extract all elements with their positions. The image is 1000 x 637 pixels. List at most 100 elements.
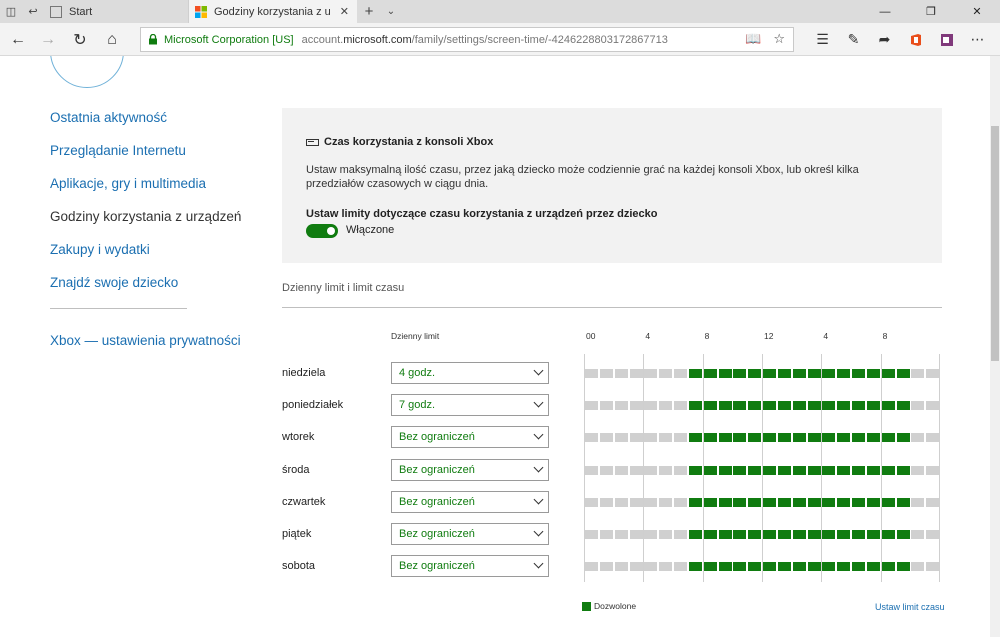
- url-field[interactable]: Microsoft Corporation [US] account.micro…: [140, 27, 794, 52]
- schedule-cell[interactable]: [703, 497, 717, 507]
- sidebar-item-screen-time[interactable]: Godziny korzystania z urządzeń: [50, 207, 250, 240]
- schedule-cell[interactable]: [599, 401, 613, 411]
- schedule-cell[interactable]: [644, 465, 658, 475]
- chevron-down-icon[interactable]: ⌄: [381, 0, 401, 23]
- daily-limit-select[interactable]: Bez ograniczeń: [391, 458, 549, 481]
- schedule-cell[interactable]: [763, 497, 776, 507]
- schedule-cell[interactable]: [792, 497, 806, 507]
- schedule-cell[interactable]: [926, 562, 940, 572]
- schedule-cell[interactable]: [866, 369, 880, 378]
- schedule-cell[interactable]: [763, 530, 776, 539]
- new-tab-icon[interactable]: +: [357, 0, 381, 23]
- schedule-cell[interactable]: [644, 530, 658, 539]
- schedule-cell[interactable]: [792, 433, 806, 443]
- schedule-cell[interactable]: [748, 369, 762, 378]
- schedule-cell[interactable]: [911, 401, 925, 411]
- schedule-cell[interactable]: [599, 369, 613, 378]
- restore-icon[interactable]: ❐: [908, 0, 954, 23]
- schedule-cell[interactable]: [733, 497, 747, 507]
- schedule-cell[interactable]: [688, 465, 702, 475]
- schedule-cell[interactable]: [822, 433, 836, 443]
- schedule-cell[interactable]: [926, 497, 940, 507]
- schedule-cell[interactable]: [807, 369, 821, 378]
- schedule-cell[interactable]: [659, 465, 673, 475]
- schedule-cell[interactable]: [896, 530, 910, 539]
- daily-limit-select[interactable]: Bez ograniczeń: [391, 490, 549, 513]
- more-icon[interactable]: ⋯: [962, 31, 993, 48]
- schedule-cell[interactable]: [733, 530, 747, 539]
- schedule-cell[interactable]: [599, 497, 613, 507]
- schedule-cell[interactable]: [659, 562, 673, 572]
- schedule-cell[interactable]: [777, 369, 791, 378]
- schedule-cell[interactable]: [822, 497, 836, 507]
- schedule-cell[interactable]: [777, 562, 791, 572]
- schedule-cell[interactable]: [718, 530, 732, 539]
- schedule-cell[interactable]: [852, 465, 865, 475]
- schedule-cell[interactable]: [688, 497, 702, 507]
- schedule-cell[interactable]: [866, 530, 880, 539]
- schedule-cell[interactable]: [792, 530, 806, 539]
- schedule-cell[interactable]: [926, 530, 940, 539]
- schedule-cell[interactable]: [644, 369, 658, 378]
- schedule-cell[interactable]: [837, 497, 851, 507]
- schedule-cell[interactable]: [614, 401, 628, 411]
- schedule-cell[interactable]: [866, 562, 880, 572]
- schedule-cell[interactable]: [733, 433, 747, 443]
- schedule-cell[interactable]: [585, 369, 598, 378]
- schedule-cell[interactable]: [926, 465, 940, 475]
- schedule-cell[interactable]: [881, 562, 895, 572]
- schedule-cell[interactable]: [629, 465, 643, 475]
- schedule-cell[interactable]: [674, 497, 687, 507]
- schedule-cell[interactable]: [748, 530, 762, 539]
- schedule-cell[interactable]: [852, 530, 865, 539]
- sidebar-item-find-child[interactable]: Znajdź swoje dziecko: [50, 273, 250, 306]
- favorites-hub-icon[interactable]: ☰: [807, 31, 838, 48]
- schedule-cell[interactable]: [896, 433, 910, 443]
- refresh-icon[interactable]: ↻: [64, 23, 96, 56]
- daily-limit-select[interactable]: 4 godz.: [391, 362, 549, 384]
- schedule-cell[interactable]: [629, 401, 643, 411]
- schedule-cell[interactable]: [896, 562, 910, 572]
- schedule-cell[interactable]: [837, 401, 851, 411]
- sidebar-item-purchases[interactable]: Zakupy i wydatki: [50, 240, 250, 273]
- schedule-cell[interactable]: [792, 401, 806, 411]
- schedule-cell[interactable]: [718, 497, 732, 507]
- schedule-cell[interactable]: [852, 433, 865, 443]
- schedule-cell[interactable]: [644, 497, 658, 507]
- schedule-cell[interactable]: [659, 369, 673, 378]
- schedule-cell[interactable]: [599, 433, 613, 443]
- schedule-cell[interactable]: [911, 369, 925, 378]
- set-time-limit-link[interactable]: Ustaw limit czasu: [875, 602, 945, 612]
- schedule-cell[interactable]: [881, 401, 895, 411]
- schedule-cell[interactable]: [703, 562, 717, 572]
- schedule-cell[interactable]: [837, 433, 851, 443]
- schedule-cell[interactable]: [911, 497, 925, 507]
- schedule-cell[interactable]: [659, 401, 673, 411]
- schedule-cell[interactable]: [763, 465, 776, 475]
- schedule-cell[interactable]: [852, 401, 865, 411]
- minimize-icon[interactable]: —: [862, 0, 908, 23]
- schedule-cell[interactable]: [792, 465, 806, 475]
- schedule-cell[interactable]: [896, 465, 910, 475]
- schedule-cell[interactable]: [748, 497, 762, 507]
- tab-screen-time[interactable]: Godziny korzystania z u ✕: [189, 0, 357, 23]
- scrollbar[interactable]: [990, 56, 1000, 637]
- schedule-cell[interactable]: [852, 497, 865, 507]
- schedule-cell[interactable]: [748, 562, 762, 572]
- schedule-cell[interactable]: [881, 465, 895, 475]
- close-tab-icon[interactable]: ✕: [340, 5, 349, 18]
- schedule-cell[interactable]: [807, 562, 821, 572]
- schedule-cell[interactable]: [911, 530, 925, 539]
- schedule-cell[interactable]: [614, 530, 628, 539]
- schedule-cell[interactable]: [703, 465, 717, 475]
- schedule-cell[interactable]: [926, 369, 940, 378]
- schedule-cell[interactable]: [881, 369, 895, 378]
- schedule-cell[interactable]: [807, 433, 821, 443]
- schedule-cell[interactable]: [659, 530, 673, 539]
- schedule-cell[interactable]: [688, 433, 702, 443]
- schedule-cell[interactable]: [644, 401, 658, 411]
- schedule-cell[interactable]: [852, 562, 865, 572]
- schedule-cell[interactable]: [837, 465, 851, 475]
- schedule-grid[interactable]: [584, 354, 940, 582]
- schedule-cell[interactable]: [703, 401, 717, 411]
